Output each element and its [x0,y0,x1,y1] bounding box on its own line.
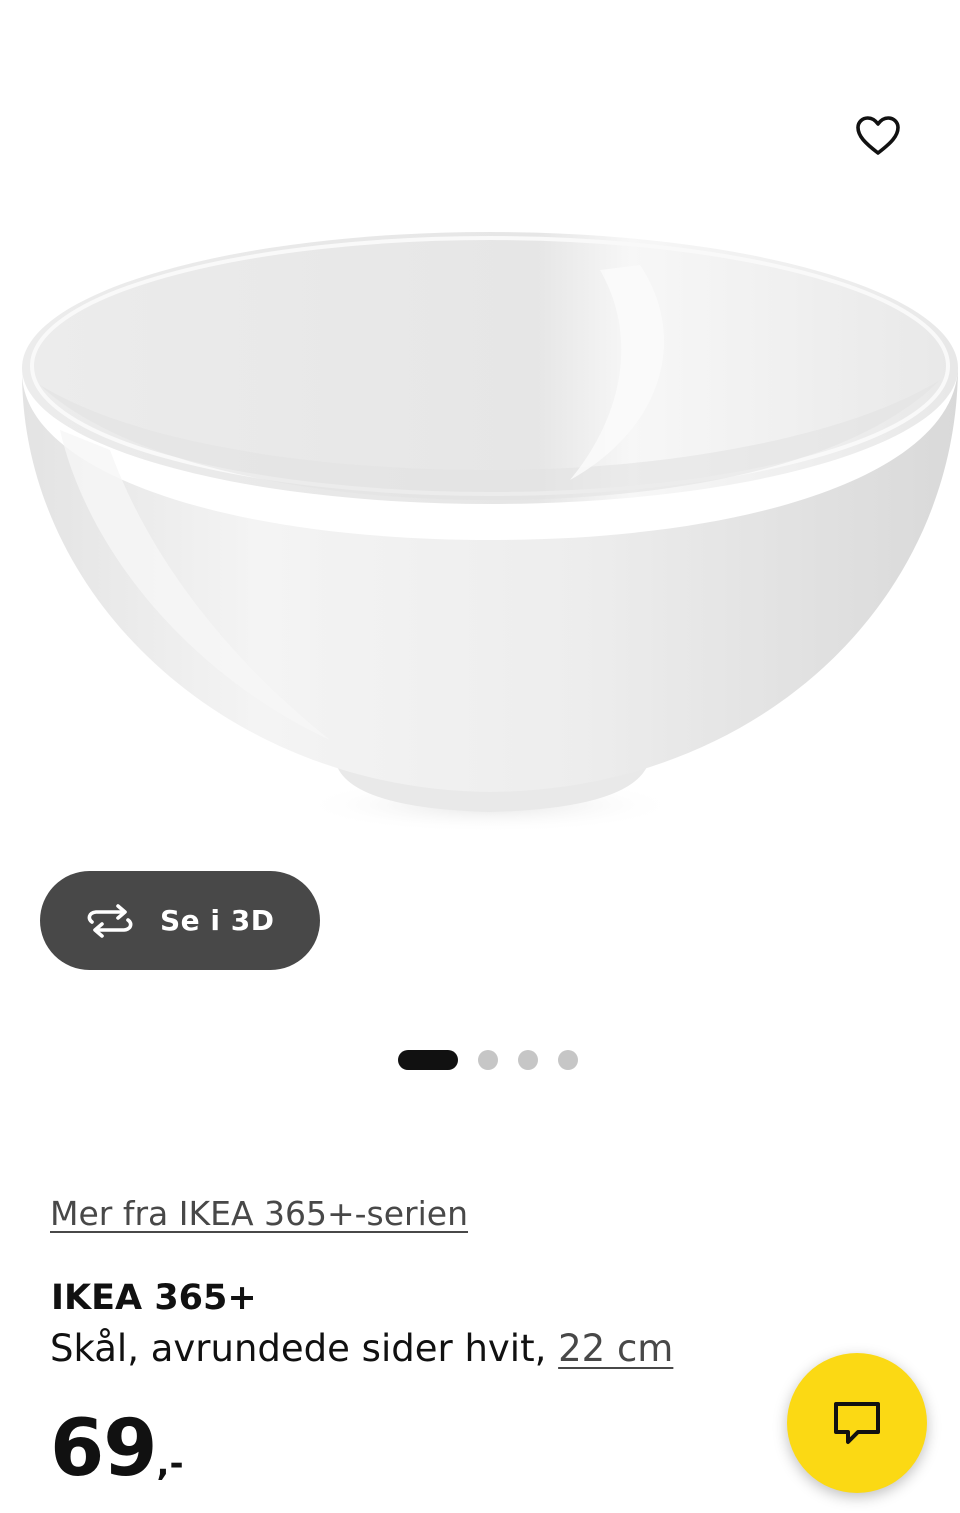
carousel-dot-1[interactable] [398,1050,458,1070]
size-link[interactable]: 22 cm [558,1327,673,1370]
carousel-dot-2[interactable] [478,1050,498,1070]
heart-outline-icon [856,116,900,155]
view-in-3d-label: Se i 3D [160,904,275,937]
view-in-3d-button[interactable]: Se i 3D [40,871,320,970]
product-description-text: Skål, avrundede sider hvit, [50,1327,559,1370]
product-name: IKEA 365+ [51,1278,257,1318]
product-description: Skål, avrundede sider hvit, 22 cm [50,1327,673,1370]
price-suffix: ,- [156,1444,184,1484]
product-price: 69,- [50,1410,184,1488]
product-image[interactable] [0,0,960,1000]
product-page: Se i 3D Mer fra IKEA 365+-serien IKEA 36… [0,0,960,1513]
rotate-3d-icon [84,903,136,938]
bowl-illustration [22,232,958,833]
price-integer: 69 [50,1404,158,1494]
carousel-dot-3[interactable] [518,1050,538,1070]
favorite-button[interactable] [846,104,910,168]
image-carousel-indicator [398,1050,578,1070]
chat-button[interactable] [787,1353,927,1493]
series-link[interactable]: Mer fra IKEA 365+-serien [50,1194,468,1233]
chat-bubble-icon [834,1402,880,1444]
carousel-dot-4[interactable] [558,1050,578,1070]
